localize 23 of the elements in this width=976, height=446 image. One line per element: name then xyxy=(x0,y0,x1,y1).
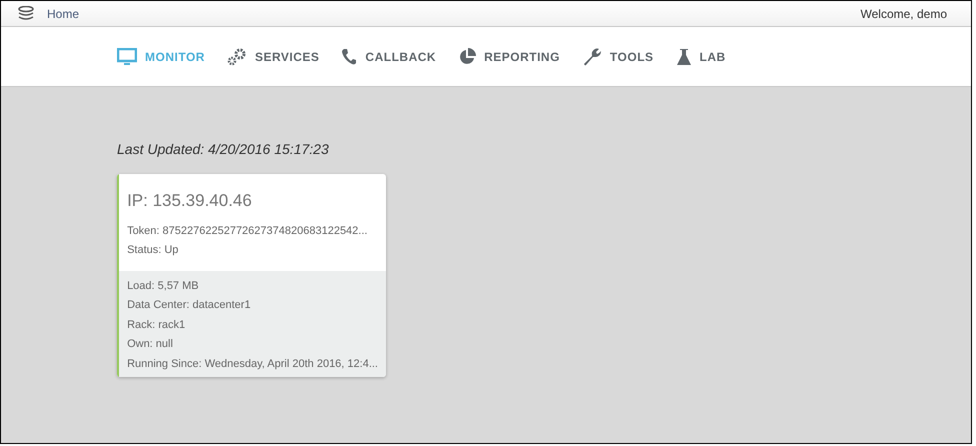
last-updated-text: Last Updated: 4/20/2016 15:17:23 xyxy=(117,140,330,159)
database-icon xyxy=(17,6,35,22)
phone-icon xyxy=(341,48,358,66)
monitor-icon xyxy=(117,48,137,66)
status-text: Status: Up xyxy=(127,243,180,258)
nav-tab[interactable]: SERVICES xyxy=(226,48,320,66)
pie-chart-icon xyxy=(458,48,476,66)
detail-text: Own: null xyxy=(127,337,174,352)
nav-tab[interactable]: REPORTING xyxy=(458,48,560,66)
detail-text: Data Center: datacenter1 xyxy=(127,298,252,313)
nav-tab[interactable]: LAB xyxy=(676,48,726,66)
home-link[interactable]: Home xyxy=(47,4,80,22)
wrench-icon xyxy=(582,46,602,66)
token-text: Token: 87522762252772627374820683122542... xyxy=(127,224,368,238)
nav-tab[interactable]: TOOLS xyxy=(582,46,654,66)
flask-icon xyxy=(676,48,692,66)
detail-text: Running Since: Wednesday, April 20th 2016, 12:4... xyxy=(127,356,378,372)
ip-title: IP: 135.39.40.46 xyxy=(127,190,253,212)
detail-text: Load: 5,57 MB xyxy=(127,278,200,294)
nav-tab[interactable]: CALLBACK xyxy=(341,48,436,66)
welcome-text: Welcome, demo xyxy=(860,6,947,22)
detail-text: Rack: rack1 xyxy=(127,318,186,332)
gears-icon xyxy=(226,48,247,66)
